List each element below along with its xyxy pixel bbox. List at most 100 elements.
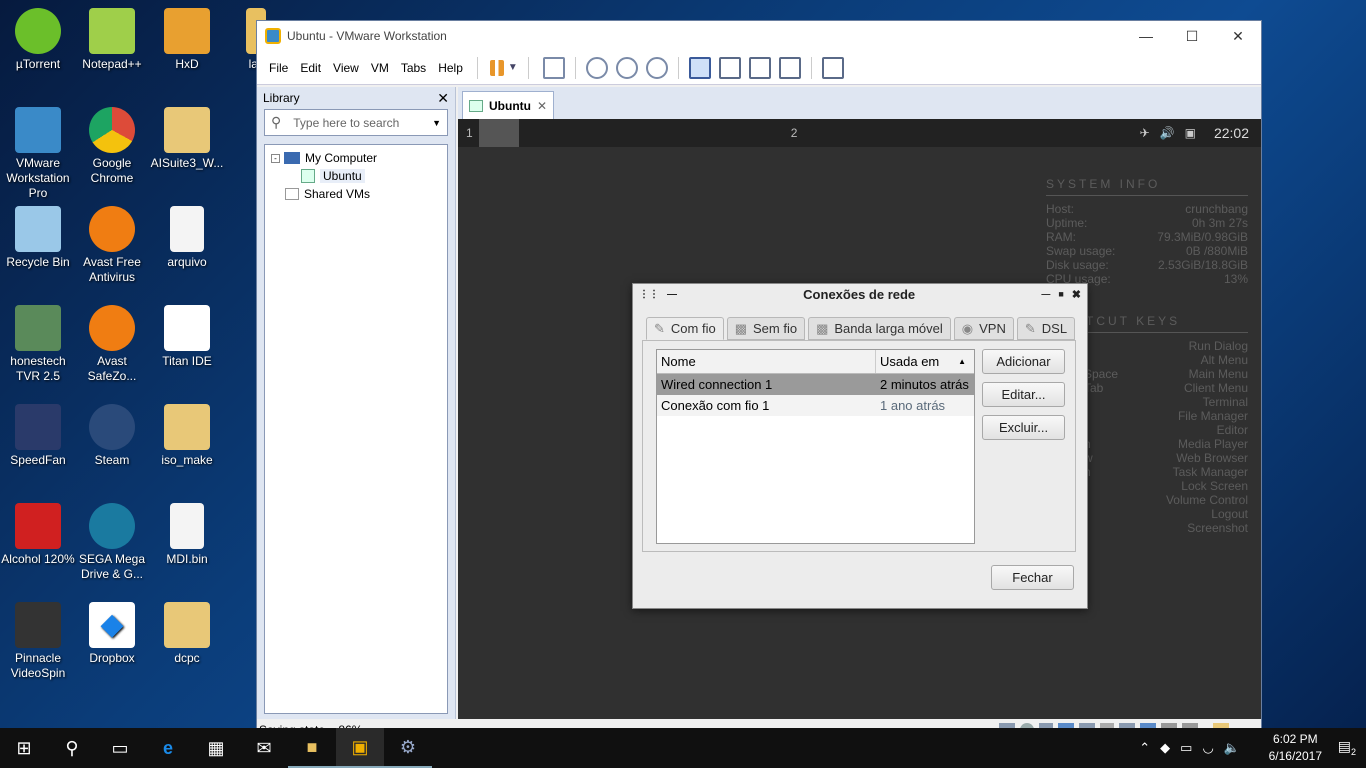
desktop-icon-dropbox[interactable]: ◆ Dropbox [74, 602, 150, 666]
edit-button[interactable]: Editar... [982, 382, 1065, 407]
list-item[interactable]: Conexão com fio 1 1 ano atrás [657, 395, 974, 416]
close-button[interactable]: ✕ [1215, 28, 1261, 45]
library-close-icon[interactable]: ✕ [437, 90, 449, 107]
taskbar-vmware[interactable]: ▣ [336, 728, 384, 768]
menu-view[interactable]: View [327, 61, 365, 75]
unity-icon[interactable] [778, 56, 801, 79]
desktop-icon-hxd[interactable]: HxD [149, 8, 225, 72]
thumbnail-bar-icon[interactable] [718, 56, 741, 79]
clipboard-icon[interactable]: ▣ [1185, 126, 1196, 140]
wireless-icon: ▩ [734, 320, 747, 336]
desktop-icon-recycle-bin[interactable]: Recycle Bin [0, 206, 76, 270]
tab-ubuntu[interactable]: Ubuntu ✕ [462, 91, 554, 119]
show-library-icon[interactable] [688, 56, 711, 79]
pause-dropdown-icon[interactable]: ▼ [508, 62, 518, 73]
search-dropdown-icon[interactable]: ▼ [432, 118, 441, 128]
volume-icon[interactable]: 🔊 [1160, 126, 1175, 140]
taskbar-store[interactable]: ▦ [192, 728, 240, 768]
delete-button[interactable]: Excluir... [982, 415, 1065, 440]
network-icon[interactable]: ✈ [1140, 126, 1150, 140]
desktop-icon-notepadpp[interactable]: Notepad++ [74, 8, 150, 72]
tab-mobile-broadband[interactable]: ▩ Banda larga móvel [808, 317, 951, 340]
dialog-drag-icon[interactable]: ⋮⋮ [639, 289, 659, 300]
desktop-icon-label: VMware Workstation Pro [6, 156, 70, 200]
desktop-icon-alcohol[interactable]: Alcohol 120% [0, 503, 76, 567]
taskbar-clock[interactable]: 6:02 PM 6/16/2017 [1269, 731, 1322, 765]
tab-wired[interactable]: ✎ Com fio [646, 317, 724, 340]
tree-item-shared-vms[interactable]: Shared VMs [271, 185, 441, 203]
tab-close-icon[interactable]: ✕ [537, 99, 547, 113]
tab-dsl[interactable]: ✎ DSL [1016, 317, 1076, 340]
workspace-2[interactable]: 2 [791, 126, 798, 140]
task-view-button[interactable]: ▭ [96, 728, 144, 768]
tree-item-ubuntu[interactable]: Ubuntu [271, 167, 441, 185]
list-item[interactable]: Wired connection 1 2 minutos atrás [657, 374, 974, 395]
desktop-icon-sega[interactable]: SEGA Mega Drive & G... [74, 503, 150, 582]
collapse-icon[interactable]: - [271, 153, 280, 163]
dialog-close-icon[interactable]: ✖ [1072, 288, 1081, 301]
desktop-icon-utorrent[interactable]: µTorrent [0, 8, 76, 72]
revert-snapshot-icon[interactable] [615, 56, 638, 79]
search-input[interactable]: Type here to search [293, 116, 432, 130]
taskbar-mail[interactable]: ✉ [240, 728, 288, 768]
send-ctrl-alt-del-icon[interactable] [542, 56, 565, 79]
desktop-icon-pinnacle[interactable]: Pinnacle VideoSpin [0, 602, 76, 681]
workspace-1[interactable]: 1 [458, 126, 479, 140]
desktop-icon-chrome[interactable]: Google Chrome [74, 107, 150, 186]
minimize-button[interactable]: — [1123, 28, 1169, 45]
clock-time: 6:02 PM [1272, 732, 1318, 746]
wifi-icon[interactable]: ◡ [1202, 740, 1213, 756]
menu-edit[interactable]: Edit [294, 61, 327, 75]
tab-wireless[interactable]: ▩ Sem fio [726, 317, 806, 340]
console-view-icon[interactable] [821, 56, 844, 79]
defender-icon[interactable]: ◆ [1160, 740, 1170, 756]
taskbar-file-explorer[interactable]: ■ [288, 728, 336, 768]
column-name[interactable]: Nome [657, 350, 876, 373]
dialog-minimize-icon[interactable]: — [1041, 289, 1050, 299]
vpn-lock-icon: ◉ [961, 320, 974, 336]
pause-icon[interactable] [489, 59, 504, 76]
mobile-broadband-icon: ▩ [816, 320, 829, 336]
desktop-icon-titan[interactable]: Titan IDE [149, 305, 225, 369]
vm-top-panel: 1 2 ✈ 🔊 ▣ 22:02 [458, 119, 1261, 147]
desktop-icon-vmware[interactable]: VMware Workstation Pro [0, 107, 76, 201]
menu-vm[interactable]: VM [365, 61, 395, 75]
show-hidden-icons[interactable]: ⌃ [1139, 740, 1150, 756]
close-dialog-button[interactable]: Fechar [991, 565, 1074, 590]
desktop-icon-honestech[interactable]: honestech TVR 2.5 [0, 305, 76, 384]
menu-help[interactable]: Help [432, 61, 469, 75]
desktop-icon-avast[interactable]: Avast Free Antivirus [74, 206, 150, 285]
snapshot-icon[interactable] [585, 56, 608, 79]
tab-vpn[interactable]: ◉ VPN [953, 317, 1014, 340]
column-used[interactable]: Usada em ▲ [876, 350, 974, 373]
desktop-icon-iso-make[interactable]: iso_make [149, 404, 225, 468]
menu-file[interactable]: File [263, 61, 294, 75]
full-screen-icon[interactable] [748, 56, 771, 79]
desktop-icon-avast-safezone[interactable]: Avast SafeZo... [74, 305, 150, 384]
desktop-icon-steam[interactable]: Steam [74, 404, 150, 468]
dialog-maximize-icon[interactable]: ■ [1058, 289, 1063, 299]
library-search[interactable]: ⚲ Type here to search ▼ [264, 109, 448, 136]
wired-panel: Nome Usada em ▲ Wired connection 1 2 minu… [642, 340, 1076, 552]
menu-tabs[interactable]: Tabs [395, 61, 432, 75]
battery-icon[interactable]: ▭ [1180, 740, 1192, 756]
desktop-icon-dcpc[interactable]: dcpc [149, 602, 225, 666]
tree-item-my-computer[interactable]: - My Computer [271, 149, 441, 167]
maximize-button[interactable]: ☐ [1169, 28, 1215, 45]
desktop-icon-arquivo[interactable]: arquivo [149, 206, 225, 270]
volume-icon[interactable]: 🔈 [1224, 740, 1240, 756]
search-button[interactable]: ⚲ [48, 728, 96, 768]
desktop-icon-aisuite[interactable]: AISuite3_W... [149, 107, 225, 171]
desktop-icon-mdi-bin[interactable]: MDI.bin [149, 503, 225, 567]
desktop-icon-label: Avast SafeZo... [87, 354, 137, 383]
desktop-icon-speedfan[interactable]: SpeedFan [0, 404, 76, 468]
dialog-menu-icon[interactable]: — [667, 289, 677, 300]
taskbar-app[interactable]: ⚙ [384, 728, 432, 768]
add-button[interactable]: Adicionar [982, 349, 1065, 374]
taskbar-edge[interactable]: e [144, 728, 192, 768]
dialog-title: Conexões de rede [803, 286, 916, 302]
taskbar-window-icon[interactable] [478, 119, 519, 147]
snapshot-manager-icon[interactable] [645, 56, 668, 79]
start-button[interactable]: ⊞ [0, 728, 48, 768]
notifications-button[interactable]: ▤2 [1338, 738, 1356, 757]
